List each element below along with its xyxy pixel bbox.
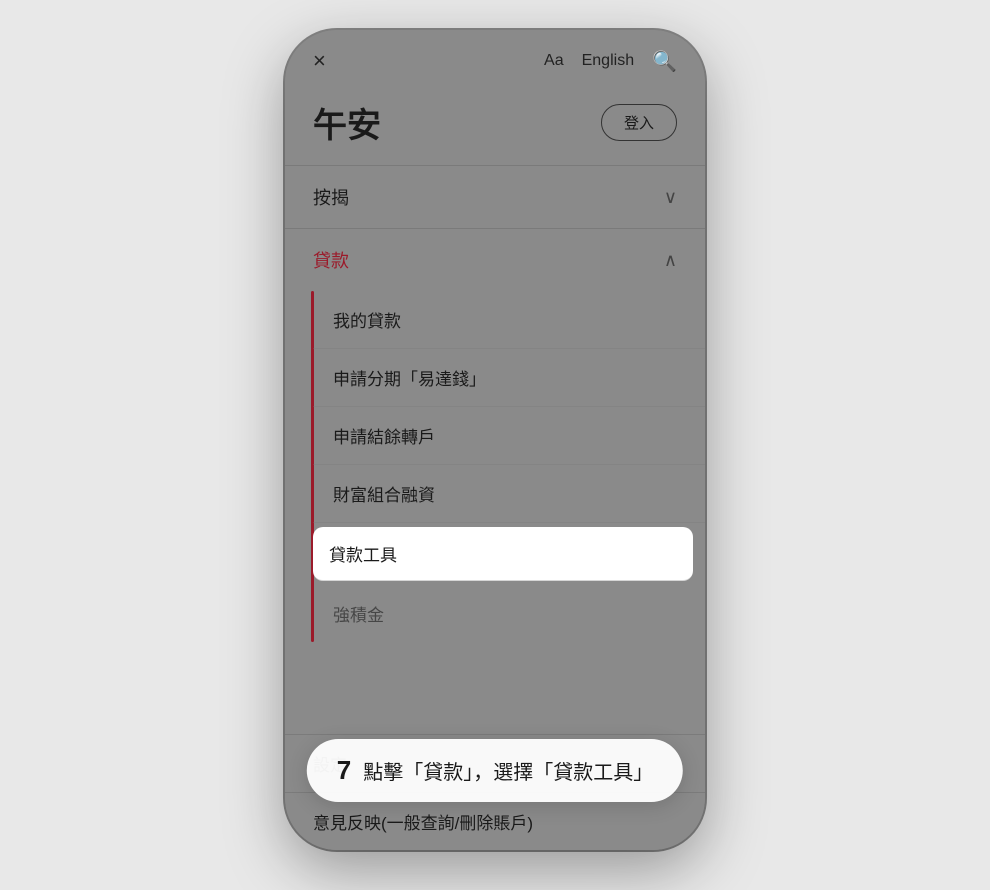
loan-label: 貸款 <box>313 247 349 273</box>
loan-tools-item[interactable]: 貸款工具 <box>313 527 693 581</box>
top-bar-right: Aa English 🔍 <box>544 49 677 74</box>
scene: × Aa English 🔍 午安 登入 按揭 ∨ <box>0 0 990 890</box>
phone-shell: × Aa English 🔍 午安 登入 按揭 ∨ <box>285 30 705 850</box>
mortgage-chevron: ∨ <box>664 187 677 208</box>
loan-chevron: ∧ <box>664 250 677 271</box>
instruction-text: 點擊「貸款」，選擇「貸款工具」 <box>363 756 653 785</box>
top-bar: × Aa English 🔍 <box>285 30 705 88</box>
menu-section-mortgage: 按揭 ∨ <box>285 165 705 228</box>
list-item[interactable]: 我的貸款 <box>313 291 705 349</box>
menu-section-loan: 貸款 ∧ 我的貸款 申請分期「易達錢」 申請結餘轉戶 財富組合融資 貸款工具 強… <box>285 228 705 642</box>
loan-submenu: 我的貸款 申請分期「易達錢」 申請結餘轉戶 財富組合融資 貸款工具 強積金 <box>285 291 705 642</box>
instruction-box: 7 點擊「貸款」，選擇「貸款工具」 <box>307 739 683 802</box>
list-item-partial[interactable]: 強積金 <box>313 585 705 642</box>
greeting-row: 午安 登入 <box>285 88 705 165</box>
mortgage-header[interactable]: 按揭 ∨ <box>285 166 705 228</box>
search-icon[interactable]: 🔍 <box>652 49 677 74</box>
login-button[interactable]: 登入 <box>601 104 677 141</box>
list-item[interactable]: 財富組合融資 <box>313 465 705 523</box>
language-selector[interactable]: English <box>582 52 634 70</box>
close-icon[interactable]: × <box>313 48 326 74</box>
loan-header[interactable]: 貸款 ∧ <box>285 229 705 291</box>
font-size-icon[interactable]: Aa <box>544 52 564 70</box>
greeting-text: 午安 <box>313 98 381 147</box>
instruction-number: 7 <box>337 755 351 786</box>
phone-screen: × Aa English 🔍 午安 登入 按揭 ∨ <box>285 30 705 850</box>
mortgage-label: 按揭 <box>313 184 349 210</box>
list-item[interactable]: 申請分期「易達錢」 <box>313 349 705 407</box>
list-item[interactable]: 申請結餘轉戶 <box>313 407 705 465</box>
